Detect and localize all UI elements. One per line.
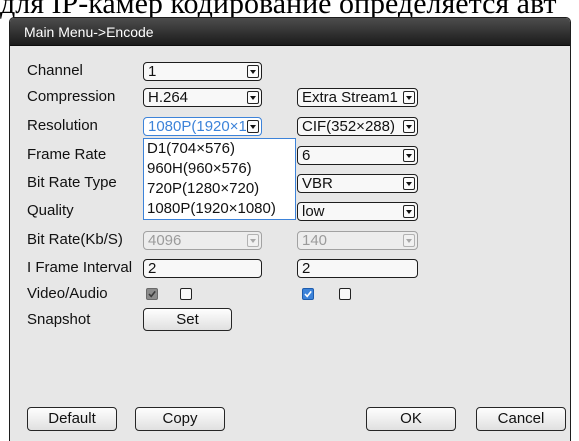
bit-rate-main-value: 4096	[148, 232, 182, 249]
bit-rate-main-arrow-button[interactable]	[247, 234, 259, 247]
resolution-main-value: 1080P(1920×1	[148, 118, 246, 135]
channel-select[interactable]: 1	[143, 62, 262, 81]
resolution-option[interactable]: D1(704×576)	[144, 139, 295, 159]
cancel-button[interactable]: Cancel	[476, 407, 566, 431]
default-button[interactable]: Default	[27, 407, 117, 431]
main-audio-checkbox[interactable]	[180, 288, 192, 300]
i-frame-interval-extra-value: 2	[302, 260, 311, 277]
resolution-extra-arrow-button[interactable]	[403, 120, 415, 133]
quality-extra-select[interactable]: low	[297, 202, 418, 221]
i-frame-interval-extra-input[interactable]: 2	[297, 259, 418, 278]
resolution-main-select[interactable]: 1080P(1920×1	[143, 117, 262, 136]
quality-extra-value: low	[302, 203, 325, 220]
channel-label: Channel	[27, 62, 83, 79]
frame-rate-extra-select[interactable]: 6	[297, 146, 418, 165]
window-titlebar: Main Menu->Encode	[10, 18, 570, 46]
channel-select-value: 1	[148, 63, 157, 80]
stream-select[interactable]: Extra Stream1	[297, 88, 418, 107]
channel-select-arrow-button[interactable]	[247, 65, 259, 78]
video-audio-label: Video/Audio	[27, 285, 108, 302]
bit-rate-type-extra-value: VBR	[302, 175, 333, 192]
ok-button[interactable]: OK	[366, 407, 456, 431]
bit-rate-extra-value: 140	[302, 232, 328, 249]
i-frame-interval-main-value: 2	[148, 260, 157, 277]
bit-rate-type-label: Bit Rate Type	[27, 174, 117, 191]
resolution-label: Resolution	[27, 117, 98, 134]
i-frame-interval-main-input[interactable]: 2	[143, 259, 262, 278]
frame-rate-extra-arrow-button[interactable]	[403, 149, 415, 162]
stream-select-value: Extra Stream1	[302, 89, 398, 106]
snapshot-label: Snapshot	[27, 311, 91, 328]
resolution-main-arrow-button[interactable]	[247, 120, 259, 133]
cropped-caption-text: для IP-камер кодирование определяется ав…	[0, 0, 557, 19]
compression-main-select[interactable]: H.264	[143, 88, 262, 107]
check-icon	[304, 290, 312, 298]
resolution-option[interactable]: 960H(960×576)	[144, 159, 295, 179]
check-icon-stroke	[148, 290, 156, 298]
compression-main-arrow-button[interactable]	[247, 91, 259, 104]
main-video-checkbox[interactable]	[146, 288, 158, 300]
compression-label: Compression	[27, 88, 116, 105]
bit-rate-main-select[interactable]: 4096	[143, 231, 262, 250]
stream-select-arrow-button[interactable]	[403, 91, 415, 104]
i-frame-interval-label: I Frame Interval	[27, 259, 133, 276]
resolution-option[interactable]: 1080P(1920×1080)	[144, 199, 295, 219]
chevron-down-icon	[406, 96, 412, 100]
chevron-down-icon	[406, 154, 412, 158]
chevron-down-icon	[250, 239, 256, 243]
chevron-down-icon	[406, 125, 412, 129]
resolution-extra-select[interactable]: CIF(352×288)	[297, 117, 418, 136]
encode-window: Main Menu->Encode Channel Compression Re…	[10, 18, 570, 441]
resolution-option[interactable]: 720P(1280×720)	[144, 179, 295, 199]
bit-rate-type-extra-arrow-button[interactable]	[403, 177, 415, 190]
bit-rate-type-extra-select[interactable]: VBR	[297, 174, 418, 193]
bit-rate-extra-arrow-button[interactable]	[403, 234, 415, 247]
check-icon	[148, 290, 156, 298]
quality-extra-arrow-button[interactable]	[403, 205, 415, 218]
bit-rate-label: Bit Rate(Kb/S)	[27, 231, 123, 248]
chevron-down-icon	[250, 96, 256, 100]
extra-video-checkbox[interactable]	[302, 288, 314, 300]
chevron-down-icon	[250, 125, 256, 129]
bit-rate-extra-select[interactable]: 140	[297, 231, 418, 250]
copy-button[interactable]: Copy	[135, 407, 225, 431]
resolution-dropdown-list: D1(704×576) 960H(960×576) 720P(1280×720)…	[143, 138, 296, 220]
resolution-extra-value: CIF(352×288)	[302, 118, 395, 135]
extra-audio-checkbox[interactable]	[339, 288, 351, 300]
frame-rate-label: Frame Rate	[27, 146, 107, 163]
chevron-down-icon	[406, 210, 412, 214]
frame-rate-extra-value: 6	[302, 147, 311, 164]
check-icon-stroke	[304, 290, 312, 298]
chevron-down-icon	[406, 182, 412, 186]
chevron-down-icon	[406, 239, 412, 243]
chevron-down-icon	[250, 70, 256, 74]
quality-label: Quality	[27, 202, 74, 219]
window-title: Main Menu->Encode	[24, 24, 154, 40]
snapshot-set-button[interactable]: Set	[143, 308, 232, 331]
compression-main-value: H.264	[148, 89, 189, 106]
